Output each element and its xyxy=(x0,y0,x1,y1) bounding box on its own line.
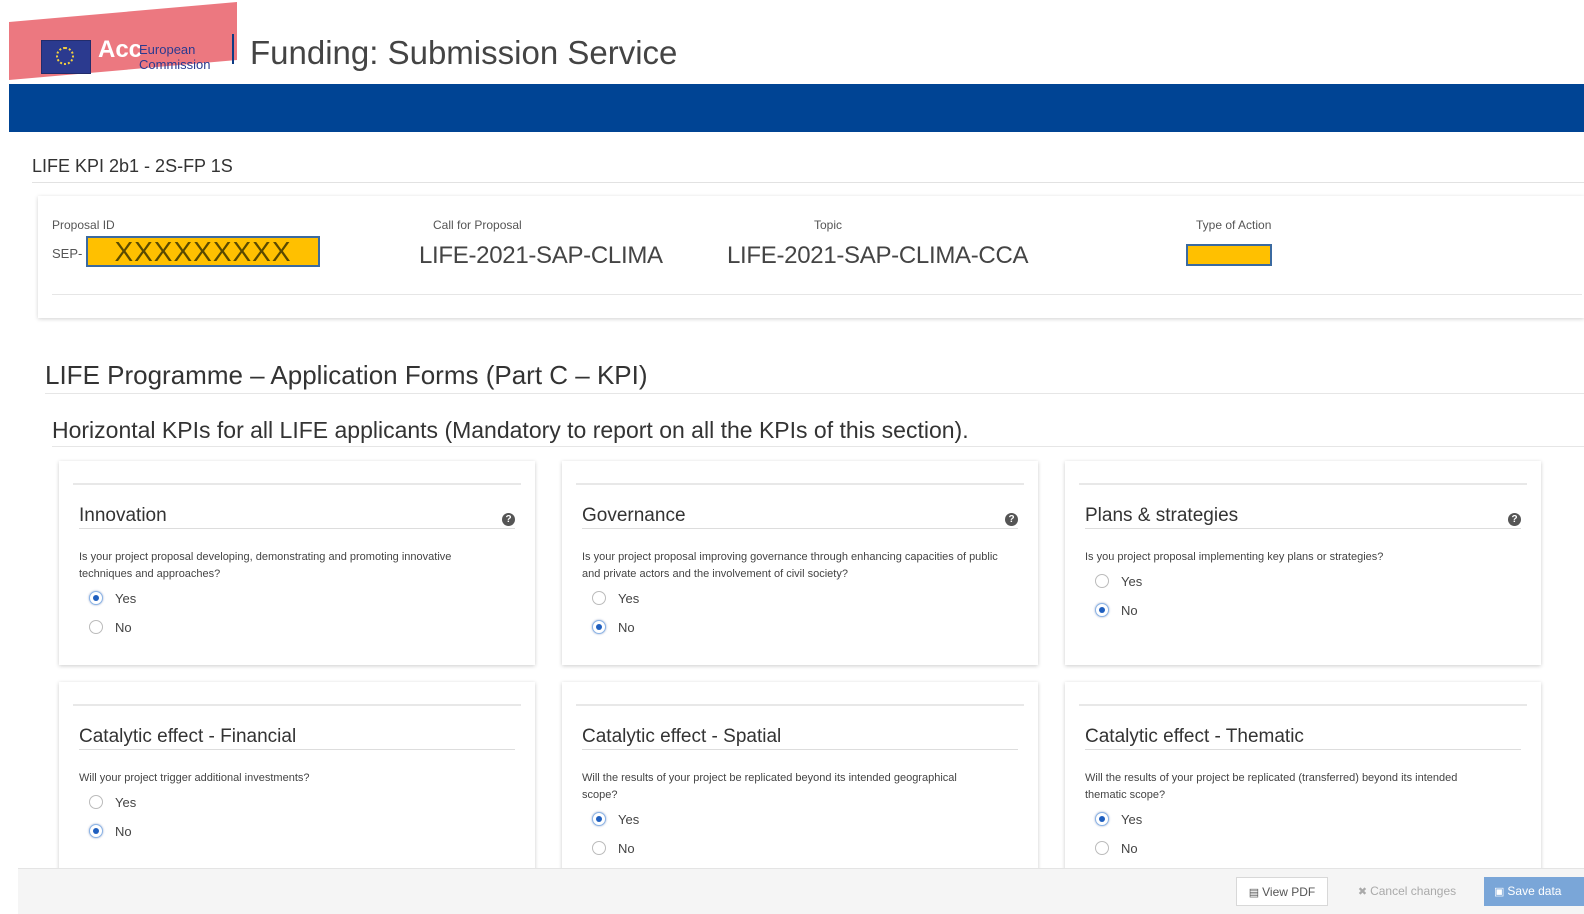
divider xyxy=(73,483,521,485)
kpi-card-plans-strategies: Plans & strategies ? Is you project prop… xyxy=(1065,461,1541,665)
type-of-action-value xyxy=(1186,244,1272,266)
save-label: Save data xyxy=(1507,884,1562,898)
kpi-card-catalytic-thematic: Catalytic effect - Thematic Will the res… xyxy=(1065,682,1541,882)
radio-label: No xyxy=(1121,603,1138,618)
view-pdf-label: View PDF xyxy=(1262,885,1316,899)
proposal-id-prefix: SEP- xyxy=(52,246,83,261)
divider xyxy=(1079,704,1527,706)
help-icon[interactable]: ? xyxy=(1508,513,1521,526)
divider xyxy=(1079,483,1527,485)
divider xyxy=(1085,528,1521,529)
kpi-question: Is you project proposal implementing key… xyxy=(1085,551,1384,563)
logo-divider xyxy=(232,34,234,64)
radio-button-selected[interactable] xyxy=(1095,603,1109,617)
ec-logo-line2: Commission xyxy=(139,57,211,72)
action-footer: ▤ View PDF ✖ Cancel changes ▣ Save data xyxy=(18,868,1584,914)
radio-button-selected[interactable] xyxy=(89,591,103,605)
ec-logo-line1: European xyxy=(139,42,196,57)
divider xyxy=(45,393,1584,394)
radio-label: Yes xyxy=(115,795,137,810)
radio-button[interactable] xyxy=(1095,841,1109,855)
kpi-card-innovation: Innovation ? Is your project proposal de… xyxy=(59,461,535,665)
kpi-question: Is your project proposal improving gover… xyxy=(582,551,998,580)
proposal-id-label: Proposal ID xyxy=(52,218,115,232)
radio-button[interactable] xyxy=(1095,574,1109,588)
divider xyxy=(52,294,1582,295)
service-title: Funding: Submission Service xyxy=(250,34,678,71)
pdf-icon: ▤ xyxy=(1248,887,1260,899)
divider xyxy=(582,749,1018,750)
radio-label: No xyxy=(115,824,132,839)
save-icon: ▣ xyxy=(1494,886,1505,898)
divider xyxy=(73,704,521,706)
cancel-label: Cancel changes xyxy=(1370,884,1457,898)
eu-flag-icon xyxy=(41,40,91,74)
divider xyxy=(576,704,1024,706)
kpi-question: Is your project proposal developing, dem… xyxy=(79,551,452,580)
radio-label: No xyxy=(618,841,635,856)
cancel-icon: ✖ xyxy=(1357,886,1368,898)
radio-button-selected[interactable] xyxy=(592,620,606,634)
proposal-id-value: XXXXXXXXX xyxy=(86,236,320,267)
proposal-info-card: Proposal ID SEP- XXXXXXXXX Call for Prop… xyxy=(38,196,1584,318)
divider xyxy=(1085,749,1521,750)
radio-button[interactable] xyxy=(89,795,103,809)
help-icon[interactable]: ? xyxy=(1005,513,1018,526)
divider xyxy=(32,182,1584,183)
proposal-title: LIFE KPI 2b1 - 2S-FP 1S xyxy=(32,156,233,176)
kpi-title: Catalytic effect - Spatial xyxy=(582,726,782,747)
radio-label: Yes xyxy=(618,591,640,606)
radio-button-selected[interactable] xyxy=(592,812,606,826)
divider xyxy=(79,528,515,529)
cancel-changes-button[interactable]: ✖ Cancel changes xyxy=(1338,877,1476,906)
save-data-button[interactable]: ▣ Save data xyxy=(1484,877,1584,906)
radio-label: Yes xyxy=(1121,574,1143,589)
forms-heading: LIFE Programme – Application Forms (Part… xyxy=(45,360,648,390)
divider xyxy=(582,528,1018,529)
divider xyxy=(79,749,515,750)
radio-label: No xyxy=(1121,841,1138,856)
kpi-card-governance: Governance ? Is your project proposal im… xyxy=(562,461,1038,665)
radio-button-selected[interactable] xyxy=(1095,812,1109,826)
call-value: LIFE-2021-SAP-CLIMA xyxy=(419,242,663,269)
view-pdf-button[interactable]: ▤ View PDF xyxy=(1236,877,1328,906)
top-header: Acc European Commission Funding: Submiss… xyxy=(0,0,1584,84)
kpi-title: Catalytic effect - Thematic xyxy=(1085,726,1304,747)
kpi-question: Will your project trigger additional inv… xyxy=(79,772,310,784)
radio-button-selected[interactable] xyxy=(89,824,103,838)
ec-logo-text: European Commission xyxy=(139,42,211,72)
kpi-card-catalytic-spatial: Catalytic effect - Spatial Will the resu… xyxy=(562,682,1038,882)
type-of-action-label: Type of Action xyxy=(1196,218,1272,232)
acc-label: Acc xyxy=(98,36,143,63)
section-heading: Horizontal KPIs for all LIFE applicants … xyxy=(52,417,969,443)
radio-button[interactable] xyxy=(89,620,103,634)
help-icon[interactable]: ? xyxy=(502,513,515,526)
radio-label: Yes xyxy=(618,812,640,827)
topic-label: Topic xyxy=(814,218,843,232)
kpi-card-catalytic-financial: Catalytic effect - Financial Will your p… xyxy=(59,682,535,882)
call-label: Call for Proposal xyxy=(433,218,522,232)
kpi-title: Plans & strategies xyxy=(1085,505,1239,526)
radio-label: No xyxy=(618,620,635,635)
radio-label: Yes xyxy=(1121,812,1143,827)
radio-button[interactable] xyxy=(592,591,606,605)
radio-label: Yes xyxy=(115,591,137,606)
kpi-title: Innovation xyxy=(79,505,167,526)
kpi-question: Will the results of your project be repl… xyxy=(582,772,957,801)
navigation-bar xyxy=(9,84,1584,132)
divider xyxy=(52,446,1584,447)
radio-button[interactable] xyxy=(592,841,606,855)
kpi-title: Governance xyxy=(582,505,686,526)
divider xyxy=(576,483,1024,485)
topic-value: LIFE-2021-SAP-CLIMA-CCA xyxy=(727,242,1029,269)
kpi-title: Catalytic effect - Financial xyxy=(79,726,297,747)
radio-label: No xyxy=(115,620,132,635)
ec-logo[interactable]: Acc European Commission xyxy=(9,2,241,82)
kpi-question: Will the results of your project be repl… xyxy=(1085,772,1458,801)
